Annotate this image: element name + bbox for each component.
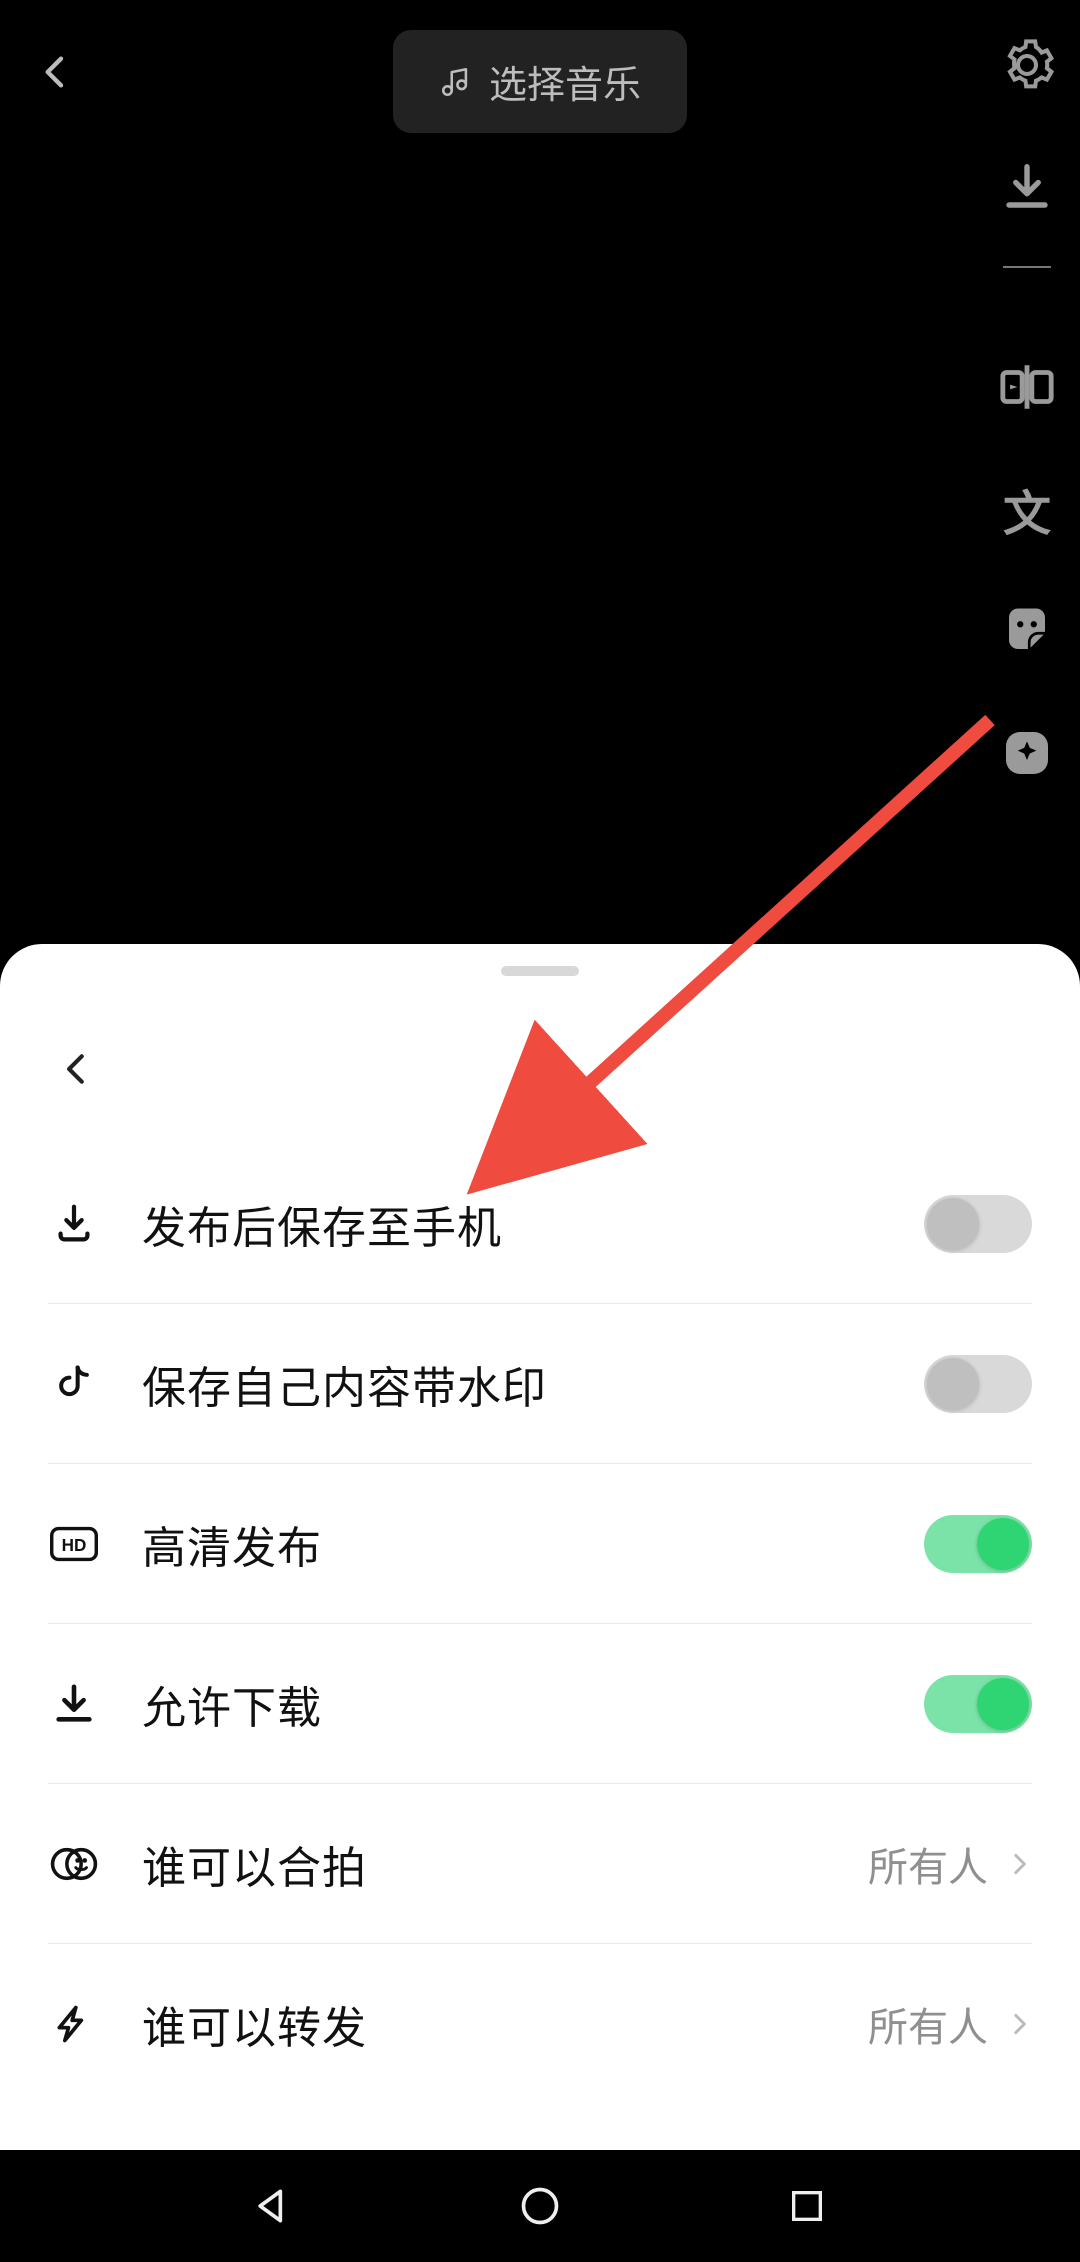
row-allow-download[interactable]: 允许下载 [48, 1624, 1032, 1784]
toggle-hd[interactable] [924, 1515, 1032, 1573]
settings-button[interactable] [996, 34, 1058, 96]
hd-icon: HD [48, 1518, 100, 1570]
text-icon: 文 [1003, 474, 1051, 544]
choose-music-button[interactable]: 选择音乐 [393, 30, 687, 133]
row-label: 谁可以转发 [100, 1992, 868, 2056]
sticker-icon [1000, 604, 1054, 658]
split-icon [998, 358, 1056, 416]
row-label: 谁可以合拍 [100, 1832, 868, 1896]
music-note-icon [439, 65, 473, 99]
chevron-right-icon [1006, 2011, 1032, 2037]
toggle-watermark[interactable] [924, 1355, 1032, 1413]
settings-list: 发布后保存至手机 保存自己内容带水印 HD 高清发布 [0, 1144, 1080, 2104]
row-hd-publish[interactable]: HD 高清发布 [48, 1464, 1032, 1624]
douyin-icon [48, 1358, 100, 1410]
android-nav-bar [0, 2150, 1080, 2262]
duet-icon [48, 1838, 100, 1890]
sheet-back-button[interactable] [52, 1044, 102, 1094]
nav-back-button[interactable] [243, 2176, 303, 2236]
nav-back-icon [251, 2184, 295, 2228]
row-who-can-forward[interactable]: 谁可以转发 所有人 [48, 1944, 1032, 2104]
effect-icon [999, 725, 1055, 781]
row-value: 所有人 [868, 1835, 988, 1893]
split-compare-button[interactable] [996, 356, 1058, 418]
publish-settings-sheet: 发布后保存至手机 保存自己内容带水印 HD 高清发布 [0, 944, 1080, 2262]
row-label: 高清发布 [100, 1512, 924, 1576]
nav-recents-button[interactable] [777, 2176, 837, 2236]
toggle-allow-download[interactable] [924, 1675, 1032, 1733]
choose-music-label: 选择音乐 [489, 54, 641, 109]
save-local-button[interactable] [996, 156, 1058, 218]
download-icon [1000, 160, 1054, 214]
effect-button[interactable] [996, 722, 1058, 784]
row-label: 保存自己内容带水印 [100, 1352, 924, 1416]
download-icon [48, 1678, 100, 1730]
forward-icon [48, 1998, 100, 2050]
text-button[interactable]: 文 [996, 478, 1058, 540]
sticker-button[interactable] [996, 600, 1058, 662]
side-toolbar: 文 [996, 34, 1058, 784]
toggle-save-to-phone[interactable] [924, 1195, 1032, 1253]
gear-icon [1000, 38, 1054, 92]
video-preview-area: 选择音乐 文 [0, 0, 1080, 670]
row-save-to-phone[interactable]: 发布后保存至手机 [48, 1144, 1032, 1304]
nav-recents-icon [787, 2186, 827, 2226]
back-button[interactable] [26, 42, 86, 102]
row-value: 所有人 [868, 1995, 988, 2053]
svg-text:HD: HD [62, 1534, 87, 1554]
chevron-right-icon [1006, 1851, 1032, 1877]
save-to-phone-icon [48, 1198, 100, 1250]
row-save-with-watermark[interactable]: 保存自己内容带水印 [48, 1304, 1032, 1464]
nav-home-button[interactable] [510, 2176, 570, 2236]
chevron-left-icon [36, 52, 76, 92]
chevron-left-icon [58, 1050, 96, 1088]
sheet-grabber[interactable] [501, 966, 579, 976]
row-who-can-duet[interactable]: 谁可以合拍 所有人 [48, 1784, 1032, 1944]
nav-home-icon [518, 2184, 562, 2228]
toolbar-divider [1003, 266, 1051, 268]
row-label: 允许下载 [100, 1672, 924, 1736]
row-label: 发布后保存至手机 [100, 1192, 924, 1256]
